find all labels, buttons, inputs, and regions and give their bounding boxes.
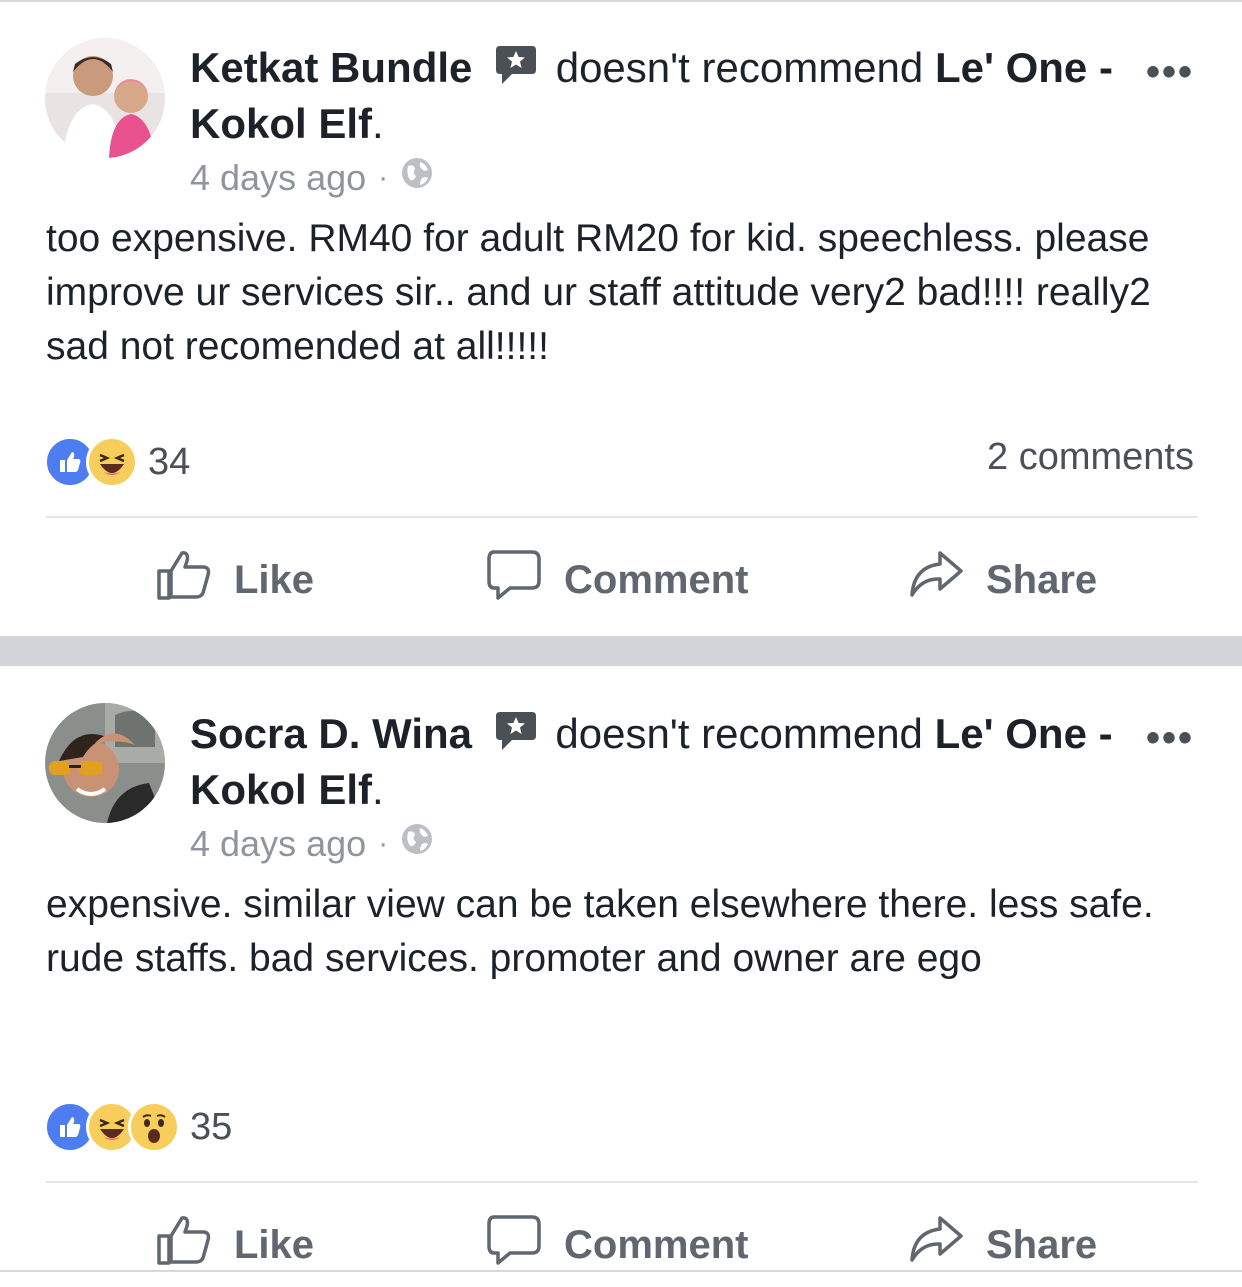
like-label: Like	[234, 557, 315, 602]
period: .	[372, 766, 384, 813]
reaction-count: 35	[190, 1105, 233, 1148]
share-arrow-icon	[908, 1214, 986, 1276]
thumbs-up-icon	[156, 1214, 234, 1276]
recommendation-badge-icon	[494, 710, 538, 764]
share-label: Share	[986, 1222, 1098, 1267]
more-options-button[interactable]: •••	[1146, 50, 1194, 95]
avatar[interactable]	[45, 703, 165, 823]
comments-count-link[interactable]: 2 comments	[987, 436, 1194, 479]
share-arrow-icon	[908, 549, 986, 611]
divider	[46, 516, 1198, 518]
comment-label: Comment	[564, 557, 749, 602]
reaction-count: 34	[148, 440, 191, 483]
wow-icon	[128, 1101, 180, 1153]
review-text: too expensive. RM40 for adult RM20 for k…	[46, 217, 1151, 368]
author-name[interactable]: Socra D. Wina	[190, 710, 472, 757]
globe-icon	[400, 156, 434, 199]
comment-button[interactable]: Comment	[486, 1205, 748, 1285]
comment-bubble-icon	[486, 1214, 564, 1276]
post-meta: 4 days ago ·	[190, 156, 434, 199]
meta-dot: ·	[378, 160, 389, 194]
more-options-button[interactable]: •••	[1146, 716, 1194, 761]
bottom-rule	[0, 1270, 1242, 1272]
comment-label: Comment	[564, 1222, 749, 1267]
share-button[interactable]: Share	[908, 540, 1097, 620]
review-text: expensive. similar view can be taken els…	[46, 883, 1154, 980]
comment-bubble-icon	[486, 549, 564, 611]
recommend-verb: doesn't recommend	[555, 44, 924, 91]
share-button[interactable]: Share	[908, 1205, 1097, 1285]
author-name[interactable]: Ketkat Bundle	[190, 44, 472, 91]
like-label: Like	[234, 1222, 315, 1267]
period: .	[372, 100, 384, 147]
thumbs-up-icon	[156, 549, 234, 611]
comment-button[interactable]: Comment	[486, 540, 748, 620]
divider	[46, 1181, 1198, 1183]
post-meta: 4 days ago ·	[190, 822, 434, 865]
post-separator	[0, 636, 1242, 666]
like-button[interactable]: Like	[156, 1205, 314, 1285]
review-post: Socra D. Wina doesn't recommend Le' One …	[0, 666, 1242, 1287]
meta-dot: ·	[378, 826, 389, 860]
post-header: Ketkat Bundle doesn't recommend Le' One …	[190, 42, 1130, 150]
post-header: Socra D. Wina doesn't recommend Le' One …	[190, 708, 1130, 816]
globe-icon	[400, 822, 434, 865]
timestamp[interactable]: 4 days ago	[190, 823, 366, 865]
avatar[interactable]	[45, 38, 165, 158]
action-bar: Like Comment Share	[0, 540, 1242, 620]
reactions-summary[interactable]: 35	[44, 1101, 232, 1153]
timestamp[interactable]: 4 days ago	[190, 157, 366, 199]
reactions-summary[interactable]: 34	[44, 436, 190, 488]
recommendation-badge-icon	[494, 44, 538, 98]
share-label: Share	[986, 557, 1098, 602]
haha-icon	[86, 436, 138, 488]
recommend-verb: doesn't recommend	[555, 710, 923, 757]
review-post: Ketkat Bundle doesn't recommend Le' One …	[0, 0, 1242, 636]
like-button[interactable]: Like	[156, 540, 314, 620]
action-bar: Like Comment Share	[0, 1205, 1242, 1285]
